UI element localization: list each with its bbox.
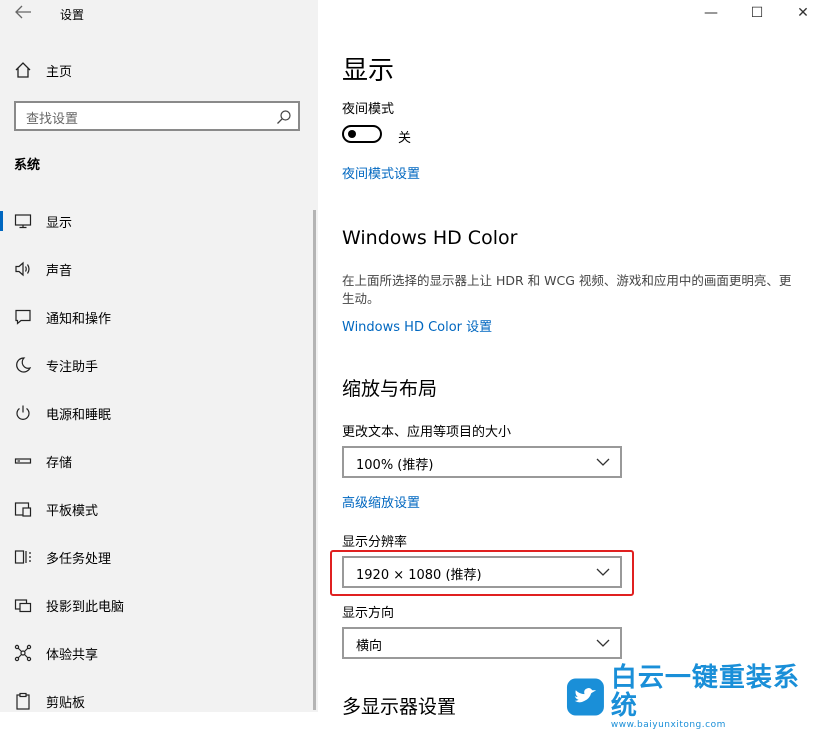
sidebar-item-label: 存储 bbox=[46, 456, 73, 471]
night-light-toggle[interactable] bbox=[342, 125, 382, 143]
sidebar-item-clipboard[interactable]: 剪贴板 bbox=[0, 677, 318, 725]
scale-value: 100% (推荐) bbox=[356, 458, 434, 473]
orientation-dropdown[interactable]: 横向 bbox=[342, 627, 622, 659]
sidebar-section-title: 系统 bbox=[14, 158, 41, 173]
search-input[interactable]: 查找设置 bbox=[14, 101, 300, 131]
tablet-icon bbox=[14, 502, 32, 517]
sidebar-item-label: 显示 bbox=[46, 216, 73, 231]
advanced-scaling-link[interactable]: 高级缩放设置 bbox=[342, 492, 420, 511]
chevron-down-icon bbox=[596, 458, 610, 466]
sidebar-item-label: 电源和睡眠 bbox=[46, 408, 112, 423]
sidebar-item-tablet-mode[interactable]: 平板模式 bbox=[0, 485, 318, 533]
maximize-icon: ☐ bbox=[750, 5, 764, 21]
page-title: 显示 bbox=[342, 56, 395, 86]
multitask-icon bbox=[14, 550, 31, 564]
clipboard-icon bbox=[16, 692, 30, 710]
chevron-down-icon bbox=[596, 639, 610, 647]
project-icon bbox=[14, 599, 32, 613]
sidebar-item-power[interactable]: 电源和睡眠 bbox=[0, 389, 318, 437]
hd-color-description: 在上面所选择的显示器上让 HDR 和 WCG 视频、游戏和应用中的画面更明亮、更… bbox=[342, 273, 792, 306]
night-light-settings-link[interactable]: 夜间模式设置 bbox=[342, 163, 420, 182]
sidebar-item-project[interactable]: 投影到此电脑 bbox=[0, 581, 318, 629]
orientation-value: 横向 bbox=[356, 639, 383, 654]
speaker-icon bbox=[15, 261, 30, 277]
power-icon bbox=[16, 405, 30, 420]
monitor-icon bbox=[14, 214, 32, 229]
sidebar-item-storage[interactable]: 存储 bbox=[0, 437, 318, 485]
sidebar-item-sound[interactable]: 声音 bbox=[0, 245, 318, 293]
scale-dropdown[interactable]: 100% (推荐) bbox=[342, 446, 622, 478]
sidebar-item-shared-experiences[interactable]: 体验共享 bbox=[0, 629, 318, 677]
scale-layout-heading: 缩放与布局 bbox=[342, 378, 438, 400]
home-label: 主页 bbox=[46, 64, 73, 80]
resolution-label: 显示分辨率 bbox=[342, 535, 408, 550]
night-light-label: 夜间模式 bbox=[342, 102, 395, 117]
sidebar-item-label: 多任务处理 bbox=[46, 552, 112, 567]
sidebar-item-notifications[interactable]: 通知和操作 bbox=[0, 293, 318, 341]
hd-color-heading: Windows HD Color bbox=[342, 227, 518, 249]
home-icon bbox=[15, 62, 31, 78]
sidebar-item-label: 平板模式 bbox=[46, 504, 99, 519]
sidebar-item-label: 体验共享 bbox=[46, 648, 99, 663]
multi-display-heading: 多显示器设置 bbox=[342, 696, 457, 718]
orientation-label: 显示方向 bbox=[342, 606, 395, 621]
back-arrow-icon[interactable] bbox=[14, 4, 34, 22]
notification-icon bbox=[15, 309, 31, 325]
sidebar-item-focus-assist[interactable]: 专注助手 bbox=[0, 341, 318, 389]
search-placeholder: 查找设置 bbox=[26, 112, 79, 127]
sidebar-item-label: 投影到此电脑 bbox=[46, 600, 125, 615]
close-icon: ✕ bbox=[797, 5, 809, 21]
minimize-button[interactable]: — bbox=[688, 0, 734, 28]
sidebar-item-label: 专注助手 bbox=[46, 360, 99, 375]
sidebar-item-display[interactable]: 显示 bbox=[0, 197, 318, 245]
bird-logo-icon bbox=[566, 678, 604, 716]
close-button[interactable]: ✕ bbox=[780, 0, 821, 28]
scale-label: 更改文本、应用等项目的大小 bbox=[342, 425, 512, 440]
sidebar-item-label: 声音 bbox=[46, 264, 73, 279]
share-icon bbox=[14, 644, 32, 662]
sidebar-item-multitasking[interactable]: 多任务处理 bbox=[0, 533, 318, 581]
moon-icon bbox=[16, 357, 32, 373]
watermark-url: www.baiyunxitong.com bbox=[610, 720, 726, 730]
sidebar-item-label: 通知和操作 bbox=[46, 312, 112, 327]
storage-icon bbox=[14, 458, 32, 464]
sidebar: 设置 主页 查找设置 系统 显示 声音 通知和操作 专注助手 电源和睡眠 存储 … bbox=[0, 0, 318, 712]
minimize-icon: — bbox=[704, 5, 718, 21]
watermark: 白云一键重装系统 www.baiyunxitong.com bbox=[566, 664, 821, 730]
maximize-button[interactable]: ☐ bbox=[734, 0, 780, 28]
toggle-knob bbox=[348, 130, 356, 138]
highlight-box bbox=[330, 550, 634, 596]
home-nav-item[interactable]: 主页 bbox=[14, 60, 72, 80]
search-icon[interactable] bbox=[276, 109, 292, 125]
sidebar-item-label: 剪贴板 bbox=[46, 696, 86, 711]
hd-color-settings-link[interactable]: Windows HD Color 设置 bbox=[342, 316, 492, 335]
app-title: 设置 bbox=[60, 8, 85, 22]
sidebar-scrollbar[interactable] bbox=[313, 210, 316, 710]
night-light-state: 关 bbox=[398, 131, 412, 146]
